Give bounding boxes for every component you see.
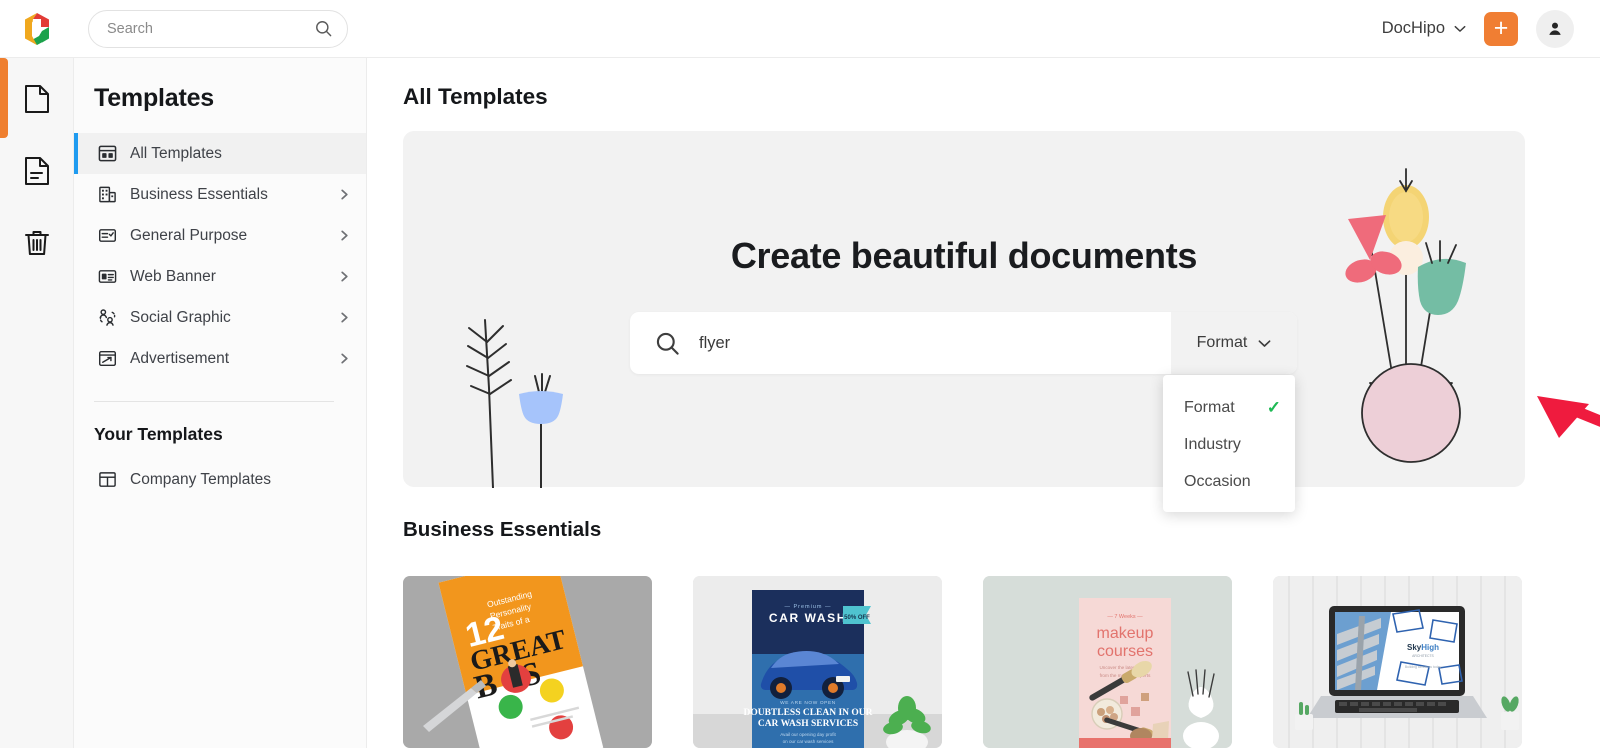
dropdown-option-industry[interactable]: Industry	[1163, 426, 1295, 463]
chevron-right-icon	[341, 189, 348, 200]
rail-item-blank-document[interactable]	[17, 78, 57, 120]
template-card-makeup-courses[interactable]: — 7 Weeks — makeup courses Uncover the l…	[983, 576, 1232, 748]
svg-text:makeup: makeup	[1097, 625, 1154, 642]
svg-text:courses: courses	[1097, 643, 1153, 660]
section-title: Business Essentials	[403, 518, 602, 541]
icon-rail	[0, 58, 74, 748]
sidebar-category-list: All Templates Business Essentials Genera…	[74, 133, 366, 379]
sidebar-item-label: Social Graphic	[130, 308, 231, 326]
sidebar-item-company-templates[interactable]: Company Templates	[74, 459, 366, 500]
trash-icon	[24, 231, 49, 255]
svg-text:CAR WASH SERVICES: CAR WASH SERVICES	[758, 719, 858, 729]
svg-text:CAR WASH: CAR WASH	[769, 611, 847, 625]
search-icon	[316, 21, 332, 37]
global-search[interactable]	[88, 9, 348, 48]
svg-text:SkyHigh: SkyHigh	[1407, 643, 1439, 652]
sidebar-item-general-purpose[interactable]: General Purpose	[74, 215, 366, 256]
chevron-right-icon	[341, 271, 348, 282]
chevron-right-icon	[341, 353, 348, 364]
rail-active-accent	[0, 58, 8, 138]
grid-layout-icon	[97, 144, 117, 164]
document-lines-icon	[24, 157, 49, 185]
dropdown-option-format[interactable]: Format ✓	[1163, 389, 1295, 426]
sidebar-item-label: Company Templates	[130, 470, 272, 488]
sidebar-item-all-templates[interactable]: All Templates	[74, 133, 366, 174]
check-icon: ✓	[1266, 397, 1281, 417]
app-logo[interactable]	[0, 11, 74, 47]
app-root: DocHipo +	[0, 0, 1600, 748]
template-search-bar[interactable]: Format	[630, 312, 1297, 374]
format-button-label: Format	[1196, 334, 1248, 351]
svg-text:50% OFF: 50% OFF	[844, 615, 870, 621]
annotation-arrow-icon	[1527, 390, 1600, 465]
chevron-right-icon	[341, 312, 348, 323]
search-input[interactable]	[107, 20, 314, 37]
top-bar: DocHipo +	[0, 0, 1600, 58]
user-avatar-icon	[1549, 22, 1561, 35]
rail-item-trash[interactable]	[17, 222, 57, 264]
hero-heading: Create beautiful documents	[730, 235, 1198, 276]
dochipo-play-logo-icon	[19, 11, 55, 47]
document-blank-icon	[24, 85, 49, 113]
decorative-vase-right	[1314, 145, 1499, 470]
people-icon	[97, 308, 117, 328]
chevron-down-icon	[1258, 339, 1271, 347]
sidebar-item-label: Advertisement	[130, 349, 230, 367]
ad-arrow-icon	[97, 349, 117, 369]
chevron-down-icon	[1454, 25, 1466, 32]
checklist-icon	[97, 226, 117, 246]
sidebar: Templates All Templates Business Essenti…	[74, 58, 367, 748]
sidebar-item-label: Web Banner	[130, 267, 216, 285]
svg-text:— 7 Weeks —: — 7 Weeks —	[1107, 614, 1143, 620]
account-button[interactable]	[1536, 9, 1574, 48]
template-card-great-boss[interactable]: 12 Outstanding Personality Traits of a G…	[403, 576, 652, 748]
svg-text:— Premium —: — Premium —	[784, 604, 831, 610]
main-content: All Templates Create beautiful documents…	[367, 58, 1600, 748]
company-grid-icon	[97, 470, 117, 490]
sidebar-item-social-graphic[interactable]: Social Graphic	[74, 297, 366, 338]
dropdown-option-occasion[interactable]: Occasion	[1163, 463, 1295, 500]
template-card-car-wash[interactable]: — Premium — CAR WASH 50% OFF WE ARE NOW …	[693, 576, 942, 748]
search-icon	[656, 332, 679, 355]
sidebar-item-web-banner[interactable]: Web Banner	[74, 256, 366, 297]
create-new-button[interactable]: +	[1484, 11, 1518, 46]
svg-text:DOUBTLESS CLEAN IN OUR: DOUBTLESS CLEAN IN OUR	[743, 708, 872, 718]
svg-text:on our car wash services: on our car wash services	[783, 739, 835, 744]
sidebar-item-business-essentials[interactable]: Business Essentials	[74, 174, 366, 215]
top-bar-actions: DocHipo +	[1382, 9, 1600, 48]
sidebar-item-label: All Templates	[130, 144, 222, 162]
decorative-plants-left	[441, 288, 591, 493]
svg-text:Building tomorrow today: Building tomorrow today	[1405, 665, 1442, 669]
brand-label: DocHipo	[1381, 19, 1445, 37]
plus-icon: +	[1493, 14, 1509, 42]
sidebar-title: Templates	[94, 84, 215, 112]
hero-panel: Create beautiful documents Format Format	[403, 131, 1525, 512]
template-card-skyhigh-presentation[interactable]: SkyHigh ARCHITECTS Building tomorrow tod…	[1273, 576, 1522, 748]
format-dropdown-menu: Format ✓ Industry Occasion	[1163, 375, 1295, 512]
sidebar-item-label: Business Essentials	[130, 185, 268, 203]
dropdown-option-label: Industry	[1184, 435, 1241, 453]
dropdown-option-label: Format	[1184, 398, 1235, 416]
template-search-input[interactable]	[699, 333, 1171, 353]
your-templates-title: Your Templates	[94, 424, 223, 444]
rail-item-my-documents[interactable]	[17, 150, 57, 192]
sidebar-item-label: General Purpose	[130, 226, 248, 244]
chevron-right-icon	[341, 230, 348, 241]
format-dropdown-button[interactable]: Format	[1171, 312, 1297, 374]
building-icon	[97, 185, 117, 205]
svg-text:Avail our opening day profit: Avail our opening day profit	[780, 732, 836, 737]
banner-icon	[97, 267, 117, 287]
svg-text:WE ARE NOW OPEN: WE ARE NOW OPEN	[780, 700, 836, 706]
dropdown-option-label: Occasion	[1184, 472, 1251, 490]
svg-text:ARCHITECTS: ARCHITECTS	[1412, 654, 1434, 658]
brand-dropdown[interactable]: DocHipo	[1382, 19, 1466, 38]
template-card-grid: 12 Outstanding Personality Traits of a G…	[403, 576, 1522, 748]
page-title: All Templates	[403, 84, 548, 109]
sidebar-item-advertisement[interactable]: Advertisement	[74, 338, 366, 379]
